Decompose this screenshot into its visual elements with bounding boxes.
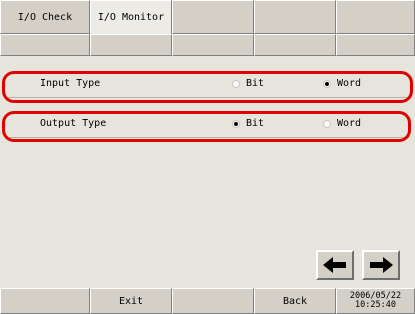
grid-cell	[90, 34, 172, 56]
tab-blank-3	[172, 0, 254, 34]
arrow-left-icon	[323, 257, 346, 273]
tab-io-monitor-label: I/O Monitor	[97, 11, 165, 23]
tab-io-check[interactable]: I/O Check	[0, 0, 90, 34]
next-button[interactable]	[362, 250, 400, 280]
back-label: Back	[282, 295, 308, 307]
back-button[interactable]: Back	[254, 288, 336, 314]
footer-blank	[172, 288, 254, 314]
grid-cell	[254, 34, 336, 56]
footer-blank	[0, 288, 90, 314]
exit-button[interactable]: Exit	[90, 288, 172, 314]
grid-cell	[172, 34, 254, 56]
grid-cell	[336, 34, 415, 56]
tab-blank-4	[254, 0, 336, 34]
tab-blank-5	[336, 0, 415, 34]
time-text: 10:25:40	[355, 300, 396, 310]
arrow-right-icon	[370, 257, 393, 273]
output-type-highlight	[2, 111, 411, 142]
input-type-highlight	[2, 71, 413, 103]
prev-button[interactable]	[316, 250, 354, 280]
exit-label: Exit	[118, 295, 144, 307]
tab-io-check-label: I/O Check	[17, 11, 73, 23]
tab-io-monitor[interactable]: I/O Monitor	[90, 0, 172, 34]
datetime-display: 2006/05/22 10:25:40	[336, 288, 415, 314]
grid-cell	[0, 34, 90, 56]
